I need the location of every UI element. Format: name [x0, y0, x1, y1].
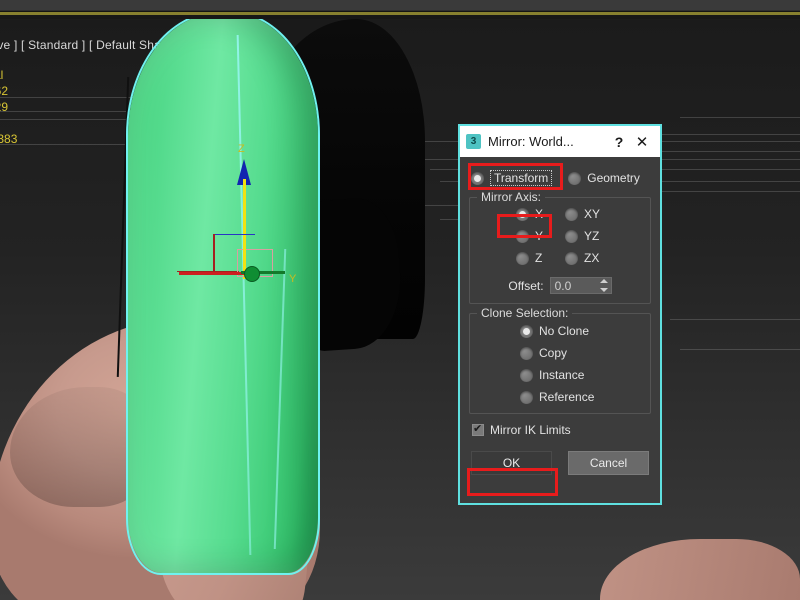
- offset-input[interactable]: 0.0: [549, 277, 612, 294]
- gizmo-z-label: Z: [238, 143, 245, 155]
- axis-xy-label: XY: [584, 207, 601, 221]
- offset-spinner[interactable]: [599, 279, 609, 292]
- axis-y-label: Y: [535, 229, 544, 243]
- clone-selection-title: Clone Selection:: [477, 306, 573, 320]
- mirror-dialog[interactable]: 3 Mirror: World... ? ✕ Transform Geometr…: [458, 124, 662, 505]
- axis-option-z[interactable]: Z: [516, 250, 543, 266]
- mirror-ik-limits-row[interactable]: Mirror IK Limits: [472, 422, 651, 437]
- viewport-distance-readout: 153.383: [0, 132, 18, 146]
- axis-option-y[interactable]: Y: [516, 228, 543, 244]
- clone-option-no-clone[interactable]: No Clone: [520, 324, 642, 338]
- offset-label: Offset:: [508, 278, 544, 293]
- radio-y-icon[interactable]: [516, 229, 529, 243]
- dialog-title: Mirror: World...: [488, 134, 574, 149]
- app-icon: 3: [466, 134, 481, 149]
- help-icon[interactable]: ?: [608, 134, 630, 150]
- axis-yz-label: YZ: [584, 229, 600, 243]
- axis-x-label: X: [535, 207, 544, 221]
- gizmo-origin-knob[interactable]: [245, 267, 259, 281]
- axis-option-xy[interactable]: XY: [565, 206, 600, 222]
- checkbox-mirror-ik-limits-icon[interactable]: [472, 422, 484, 436]
- top-toolbar: [0, 0, 800, 11]
- clone-option-copy[interactable]: Copy: [520, 346, 642, 360]
- radio-x-icon[interactable]: [516, 207, 529, 221]
- clone-option-instance[interactable]: Instance: [520, 368, 642, 382]
- axis-column-plane: XY YZ ZX: [565, 206, 600, 266]
- viewport-statistics: Total 9,262 7,029: [0, 67, 8, 115]
- spinner-down-icon[interactable]: [599, 288, 608, 292]
- mirror-ik-limits-label: Mirror IK Limits: [490, 423, 571, 437]
- cancel-button[interactable]: Cancel: [568, 451, 649, 475]
- radio-yz-icon[interactable]: [565, 229, 579, 243]
- stats-total-label: Total: [0, 68, 4, 82]
- dialog-title-bar[interactable]: 3 Mirror: World... ? ✕: [460, 126, 660, 157]
- clone-instance-label: Instance: [539, 368, 585, 382]
- gizmo-x-plane-edge: [213, 234, 215, 274]
- transform-gizmo[interactable]: Z Y: [177, 141, 305, 301]
- mirror-axis-title: Mirror Axis:: [477, 190, 545, 204]
- radio-zx-icon[interactable]: [565, 251, 579, 265]
- radio-z-icon[interactable]: [516, 251, 529, 265]
- offset-row: Offset: 0.0: [478, 277, 642, 294]
- radio-instance-icon[interactable]: [520, 368, 533, 382]
- radio-copy-icon[interactable]: [520, 346, 533, 360]
- axis-option-zx[interactable]: ZX: [565, 250, 600, 266]
- mode-transform-label: Transform: [490, 170, 553, 186]
- mode-geometry-label: Geometry: [587, 171, 640, 185]
- axis-zx-label: ZX: [584, 251, 600, 265]
- dialog-body: Transform Geometry Mirror Axis: X Y Z XY…: [460, 157, 660, 505]
- radio-geometry-icon[interactable]: [568, 171, 582, 185]
- axis-option-yz[interactable]: YZ: [565, 228, 600, 244]
- mirror-axis-options: X Y Z XY YZ ZX: [478, 206, 642, 266]
- radio-reference-icon[interactable]: [520, 390, 533, 404]
- stats-faces: 7,029: [0, 100, 9, 114]
- clone-no-clone-label: No Clone: [539, 324, 590, 338]
- offset-value: 0.0: [554, 278, 572, 293]
- gizmo-y-label: Y: [289, 273, 297, 285]
- mirror-mode-row: Transform Geometry: [471, 167, 651, 189]
- radio-transform-icon[interactable]: [471, 171, 484, 185]
- axis-option-x[interactable]: X: [516, 206, 543, 222]
- clone-copy-label: Copy: [539, 346, 568, 360]
- ok-button[interactable]: OK: [471, 451, 552, 475]
- clone-reference-label: Reference: [539, 390, 595, 404]
- axis-z-label: Z: [535, 251, 543, 265]
- stats-verts: 9,262: [0, 84, 9, 98]
- mode-option-transform[interactable]: Transform: [471, 170, 553, 186]
- app-root: [Perspective ] [ Standard ] [ Default Sh…: [0, 0, 800, 600]
- clone-selection-group: Clone Selection: No Clone Copy Instance: [469, 306, 651, 414]
- clone-options: No Clone Copy Instance Reference: [478, 322, 642, 404]
- spinner-up-icon[interactable]: [599, 279, 608, 283]
- radio-xy-icon[interactable]: [565, 207, 579, 221]
- clone-option-reference[interactable]: Reference: [520, 390, 642, 404]
- mirror-axis-group: Mirror Axis: X Y Z XY YZ ZX Offset: 0.0: [469, 190, 651, 304]
- axis-column-single: X Y Z: [516, 206, 543, 266]
- dialog-button-row: OK Cancel: [469, 451, 651, 475]
- radio-no-clone-icon[interactable]: [520, 324, 533, 338]
- close-icon[interactable]: ✕: [630, 133, 654, 151]
- viewport-3d[interactable]: [Perspective ] [ Standard ] [ Default Sh…: [0, 19, 800, 600]
- mode-option-geometry[interactable]: Geometry: [568, 171, 640, 185]
